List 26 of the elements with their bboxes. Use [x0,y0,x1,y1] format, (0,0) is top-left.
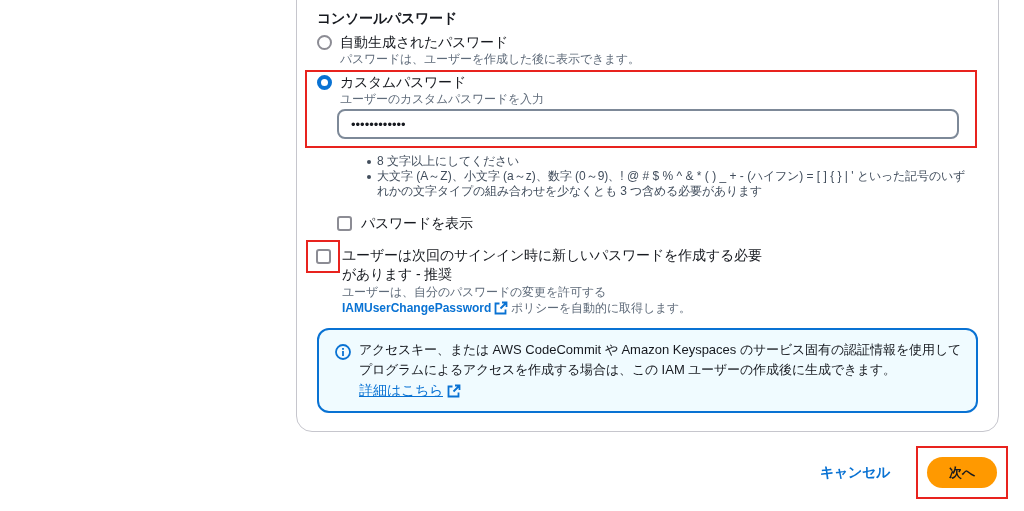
radio-label: 自動生成されたパスワード [340,33,508,51]
external-link-icon [447,383,461,398]
option-description: ユーザーのカスタムパスワードを入力 [340,91,545,107]
info-text: アクセスキー、または AWS CodeCommit や Amazon Keyspaces のサービス固有の認証情報を使用してプログラムによるアクセスを作成する場合は、この IAM ユーザーの作成後に生成できます。 [359,341,962,379]
checkbox-label: パスワードを表示 [361,214,473,233]
checkbox-description: ユーザーは、自分のパスワードの変更を許可する [342,284,607,300]
external-link-icon [494,301,509,315]
radio-label: カスタムパスワード [340,73,466,91]
radio-button[interactable] [317,74,332,90]
bullet-icon [367,160,371,164]
policy-text: ポリシーを自動的に取得します。 [511,300,692,316]
password-field[interactable]: •••••••••••• [337,109,959,139]
section-title: コンソールパスワード [317,9,458,27]
option-description: パスワードは、ユーザーを作成した後に表示できます。 [340,51,641,67]
radio-button[interactable] [317,34,332,50]
info-icon [335,344,351,360]
bullet-icon [367,175,371,179]
requirement-text: 大文字 (A～Z)、小文字 (a～z)、数字 (0～9)、! @ # $ % ^ & * ( ) _ + - (ハイフン) = [ ] { } | ' といった記号のいずれかの文字タイプの組み合わせを少なくとも 3 つ含める必要があります [377,169,966,199]
learn-more-link[interactable]: 詳細はこちら [359,380,443,401]
checkbox[interactable] [337,216,352,231]
next-button[interactable]: 次へ [927,457,997,488]
checkbox[interactable] [315,249,331,264]
policy-link[interactable]: IAMUserChangePassword [342,300,492,316]
cancel-button[interactable]: キャンセル [812,456,898,489]
checkbox-label: ユーザーは次回のサインイン時に新しいパスワードを作成する必要があります - 推奨 [342,246,763,284]
requirement-text: 8 文字以上にしてください [377,154,519,169]
